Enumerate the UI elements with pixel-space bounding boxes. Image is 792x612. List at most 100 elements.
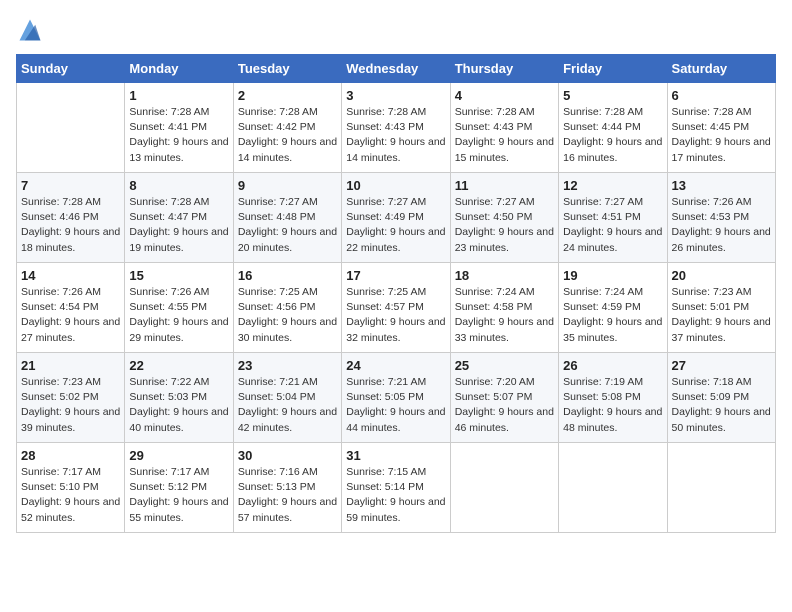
calendar-cell xyxy=(667,443,775,533)
day-number: 8 xyxy=(129,178,228,193)
calendar-cell: 30 Sunrise: 7:16 AMSunset: 5:13 PMDayligh… xyxy=(233,443,341,533)
calendar-cell: 11Sunrise: 7:27 AMSunset: 4:50 PMDayligh… xyxy=(450,173,558,263)
calendar-cell: 25 Sunrise: 7:20 AMSunset: 5:07 PMDayligh… xyxy=(450,353,558,443)
weekday-header-thursday: Thursday xyxy=(450,55,558,83)
calendar-cell: 9 Sunrise: 7:27 AMSunset: 4:48 PMDaylight… xyxy=(233,173,341,263)
day-info: Sunrise: 7:19 AMSunset: 5:08 PMDaylight:… xyxy=(563,375,662,436)
calendar-cell: 28Sunrise: 7:17 AMSunset: 5:10 PMDayligh… xyxy=(17,443,125,533)
logo xyxy=(16,16,48,44)
weekday-header-row: SundayMondayTuesdayWednesdayThursdayFrid… xyxy=(17,55,776,83)
calendar-cell: 24Sunrise: 7:21 AMSunset: 5:05 PMDayligh… xyxy=(342,353,450,443)
day-info: Sunrise: 7:16 AMSunset: 5:13 PMDaylight:… xyxy=(238,465,337,526)
day-number: 7 xyxy=(21,178,120,193)
day-number: 2 xyxy=(238,88,337,103)
calendar-cell: 17 Sunrise: 7:25 AMSunset: 4:57 PMDayligh… xyxy=(342,263,450,353)
calendar-cell: 16Sunrise: 7:25 AMSunset: 4:56 PMDayligh… xyxy=(233,263,341,353)
logo-icon xyxy=(16,16,44,44)
calendar-table: SundayMondayTuesdayWednesdayThursdayFrid… xyxy=(16,54,776,533)
day-number: 1 xyxy=(129,88,228,103)
calendar-week-row: 1 Sunrise: 7:28 AMSunset: 4:41 PMDaylight… xyxy=(17,83,776,173)
day-info: Sunrise: 7:26 AMSunset: 4:54 PMDaylight:… xyxy=(21,285,120,346)
day-number: 17 xyxy=(346,268,445,283)
day-number: 14 xyxy=(21,268,120,283)
day-info: Sunrise: 7:24 AMSunset: 4:59 PMDaylight:… xyxy=(563,285,662,346)
day-info: Sunrise: 7:17 AMSunset: 5:10 PMDaylight:… xyxy=(21,465,120,526)
day-info: Sunrise: 7:25 AMSunset: 4:57 PMDaylight:… xyxy=(346,285,445,346)
day-number: 18 xyxy=(455,268,554,283)
day-number: 16 xyxy=(238,268,337,283)
calendar-cell: 14 Sunrise: 7:26 AMSunset: 4:54 PMDayligh… xyxy=(17,263,125,353)
weekday-header-tuesday: Tuesday xyxy=(233,55,341,83)
day-number: 24 xyxy=(346,358,445,373)
calendar-cell: 1 Sunrise: 7:28 AMSunset: 4:41 PMDaylight… xyxy=(125,83,233,173)
day-number: 20 xyxy=(672,268,771,283)
day-info: Sunrise: 7:28 AMSunset: 4:45 PMDaylight:… xyxy=(672,105,771,166)
day-info: Sunrise: 7:27 AMSunset: 4:49 PMDaylight:… xyxy=(346,195,445,256)
calendar-cell xyxy=(559,443,667,533)
calendar-cell: 19 Sunrise: 7:24 AMSunset: 4:59 PMDayligh… xyxy=(559,263,667,353)
day-info: Sunrise: 7:27 AMSunset: 4:51 PMDaylight:… xyxy=(563,195,662,256)
day-number: 4 xyxy=(455,88,554,103)
day-info: Sunrise: 7:28 AMSunset: 4:47 PMDaylight:… xyxy=(129,195,228,256)
calendar-cell: 12 Sunrise: 7:27 AMSunset: 4:51 PMDayligh… xyxy=(559,173,667,263)
calendar-week-row: 21 Sunrise: 7:23 AMSunset: 5:02 PMDayligh… xyxy=(17,353,776,443)
day-number: 19 xyxy=(563,268,662,283)
day-number: 3 xyxy=(346,88,445,103)
day-number: 22 xyxy=(129,358,228,373)
day-info: Sunrise: 7:26 AMSunset: 4:55 PMDaylight:… xyxy=(129,285,228,346)
day-info: Sunrise: 7:21 AMSunset: 5:04 PMDaylight:… xyxy=(238,375,337,436)
calendar-cell: 26Sunrise: 7:19 AMSunset: 5:08 PMDayligh… xyxy=(559,353,667,443)
calendar-cell: 10 Sunrise: 7:27 AMSunset: 4:49 PMDayligh… xyxy=(342,173,450,263)
calendar-cell: 23 Sunrise: 7:21 AMSunset: 5:04 PMDayligh… xyxy=(233,353,341,443)
day-number: 15 xyxy=(129,268,228,283)
calendar-cell: 4 Sunrise: 7:28 AMSunset: 4:43 PMDaylight… xyxy=(450,83,558,173)
day-info: Sunrise: 7:15 AMSunset: 5:14 PMDaylight:… xyxy=(346,465,445,526)
day-info: Sunrise: 7:23 AMSunset: 5:02 PMDaylight:… xyxy=(21,375,120,436)
day-info: Sunrise: 7:28 AMSunset: 4:43 PMDaylight:… xyxy=(455,105,554,166)
day-number: 6 xyxy=(672,88,771,103)
calendar-cell: 5Sunrise: 7:28 AMSunset: 4:44 PMDaylight… xyxy=(559,83,667,173)
day-info: Sunrise: 7:28 AMSunset: 4:42 PMDaylight:… xyxy=(238,105,337,166)
day-info: Sunrise: 7:27 AMSunset: 4:48 PMDaylight:… xyxy=(238,195,337,256)
weekday-header-saturday: Saturday xyxy=(667,55,775,83)
calendar-cell: 3 Sunrise: 7:28 AMSunset: 4:43 PMDaylight… xyxy=(342,83,450,173)
day-number: 31 xyxy=(346,448,445,463)
calendar-cell: 20Sunrise: 7:23 AMSunset: 5:01 PMDayligh… xyxy=(667,263,775,353)
calendar-cell: 22Sunrise: 7:22 AMSunset: 5:03 PMDayligh… xyxy=(125,353,233,443)
day-number: 30 xyxy=(238,448,337,463)
day-info: Sunrise: 7:27 AMSunset: 4:50 PMDaylight:… xyxy=(455,195,554,256)
calendar-cell: 15 Sunrise: 7:26 AMSunset: 4:55 PMDayligh… xyxy=(125,263,233,353)
calendar-cell: 2 Sunrise: 7:28 AMSunset: 4:42 PMDaylight… xyxy=(233,83,341,173)
day-info: Sunrise: 7:28 AMSunset: 4:43 PMDaylight:… xyxy=(346,105,445,166)
day-info: Sunrise: 7:28 AMSunset: 4:41 PMDaylight:… xyxy=(129,105,228,166)
calendar-week-row: 7 Sunrise: 7:28 AMSunset: 4:46 PMDaylight… xyxy=(17,173,776,263)
calendar-cell: 8 Sunrise: 7:28 AMSunset: 4:47 PMDaylight… xyxy=(125,173,233,263)
day-number: 10 xyxy=(346,178,445,193)
day-number: 5 xyxy=(563,88,662,103)
day-number: 9 xyxy=(238,178,337,193)
calendar-cell: 7 Sunrise: 7:28 AMSunset: 4:46 PMDaylight… xyxy=(17,173,125,263)
day-number: 21 xyxy=(21,358,120,373)
day-number: 12 xyxy=(563,178,662,193)
day-info: Sunrise: 7:20 AMSunset: 5:07 PMDaylight:… xyxy=(455,375,554,436)
calendar-cell: 13 Sunrise: 7:26 AMSunset: 4:53 PMDayligh… xyxy=(667,173,775,263)
day-info: Sunrise: 7:26 AMSunset: 4:53 PMDaylight:… xyxy=(672,195,771,256)
day-number: 25 xyxy=(455,358,554,373)
day-number: 23 xyxy=(238,358,337,373)
day-info: Sunrise: 7:24 AMSunset: 4:58 PMDaylight:… xyxy=(455,285,554,346)
calendar-cell xyxy=(17,83,125,173)
day-number: 27 xyxy=(672,358,771,373)
day-info: Sunrise: 7:17 AMSunset: 5:12 PMDaylight:… xyxy=(129,465,228,526)
day-info: Sunrise: 7:28 AMSunset: 4:46 PMDaylight:… xyxy=(21,195,120,256)
weekday-header-sunday: Sunday xyxy=(17,55,125,83)
day-info: Sunrise: 7:18 AMSunset: 5:09 PMDaylight:… xyxy=(672,375,771,436)
header xyxy=(16,16,776,44)
day-number: 13 xyxy=(672,178,771,193)
calendar-cell: 6 Sunrise: 7:28 AMSunset: 4:45 PMDaylight… xyxy=(667,83,775,173)
calendar-cell: 18 Sunrise: 7:24 AMSunset: 4:58 PMDayligh… xyxy=(450,263,558,353)
calendar-cell: 21 Sunrise: 7:23 AMSunset: 5:02 PMDayligh… xyxy=(17,353,125,443)
weekday-header-wednesday: Wednesday xyxy=(342,55,450,83)
weekday-header-monday: Monday xyxy=(125,55,233,83)
day-number: 29 xyxy=(129,448,228,463)
calendar-week-row: 28Sunrise: 7:17 AMSunset: 5:10 PMDayligh… xyxy=(17,443,776,533)
